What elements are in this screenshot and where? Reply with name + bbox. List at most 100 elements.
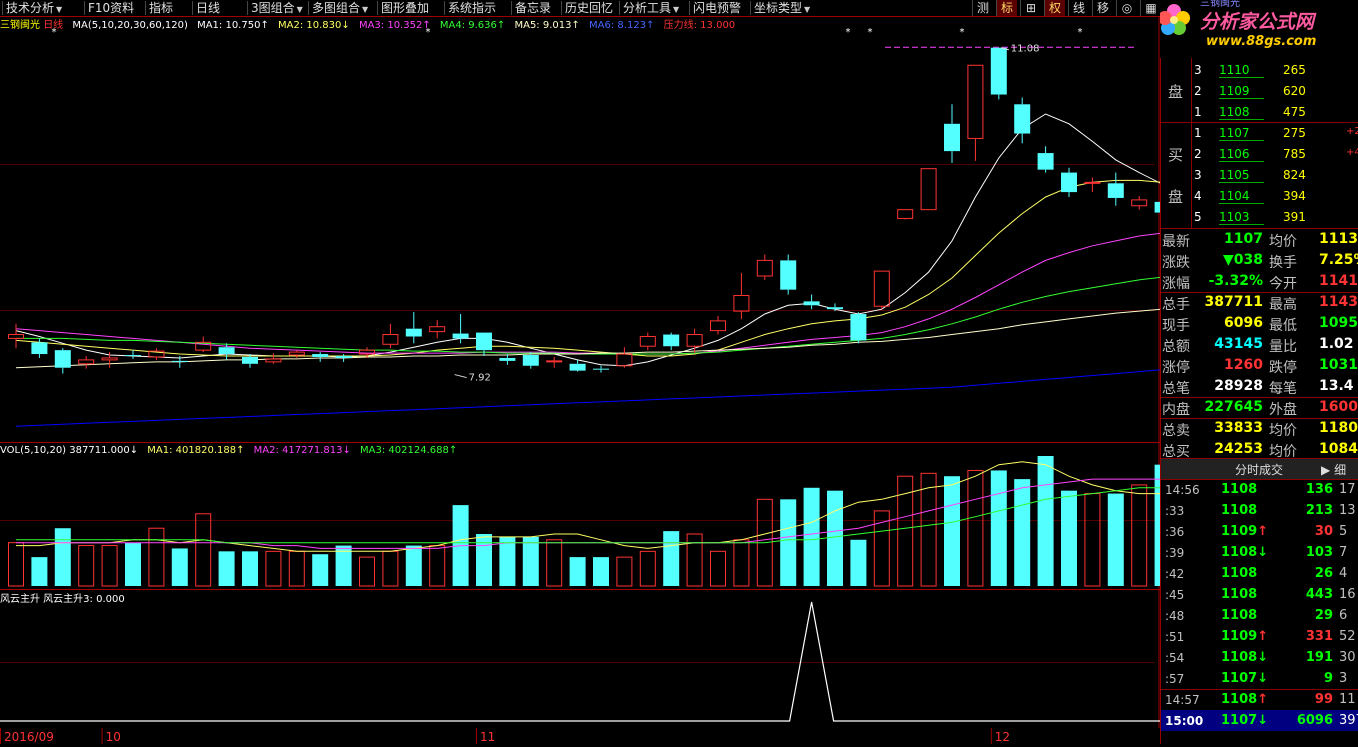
toolbar-separator	[2, 1, 3, 15]
tick-count: 16	[1339, 587, 1356, 602]
toolbar-item-11[interactable]: 闪电预警	[693, 0, 741, 16]
date-label: 10	[106, 730, 121, 744]
down-arrow-icon: ↓	[1257, 671, 1269, 686]
toolbar-right-button-1[interactable]: 标	[996, 0, 1017, 16]
toolbar-right-button-5[interactable]: 移	[1092, 0, 1113, 16]
toolbar-right-button-7[interactable]: ▦	[1140, 0, 1161, 16]
toolbar-item-10[interactable]: 分析工具 ▼	[623, 0, 679, 16]
candle-down	[1037, 153, 1054, 170]
tick-price-value: 1109	[1221, 524, 1258, 539]
volume-bar-down	[663, 531, 680, 586]
toolbar-right-button-6[interactable]: ◎	[1116, 0, 1137, 16]
volume-bar-down	[990, 470, 1007, 586]
toolbar-item-4[interactable]: 3图组合 ▼	[251, 0, 303, 16]
toolbar-item-6[interactable]: 图形叠加	[381, 0, 429, 16]
candle-down	[405, 328, 422, 337]
volume-bar-down	[54, 528, 71, 586]
volume-bar-up	[265, 550, 282, 587]
date-label: 2016/09	[4, 730, 54, 744]
candle-up	[1084, 181, 1101, 184]
volume-bar-up	[195, 513, 212, 587]
tick-time: :39	[1165, 546, 1185, 560]
tick-detail-label: 细	[1334, 463, 1347, 477]
volume-bar-down	[125, 542, 141, 586]
tick-row: 14:57 1108↑ 99 11	[1161, 689, 1358, 710]
quote-value: 1143	[1319, 294, 1358, 310]
vol-ma-line-ma3	[16, 481, 1257, 544]
candle-up	[101, 357, 118, 361]
tick-row: :36 1109↑ 30 5	[1161, 521, 1358, 542]
quote-row: 总额 43145 量比 1.02	[1161, 334, 1358, 355]
quote-label: 涨幅	[1162, 276, 1190, 292]
quote-label: 换手	[1269, 255, 1297, 271]
quote-value: 43145	[1214, 336, 1263, 352]
toolbar-item-12[interactable]: 坐标类型 ▼	[754, 0, 810, 16]
tick-price: 1108↑	[1221, 692, 1268, 707]
chart-area[interactable]: 11.08 7.92 * * * * * * 2016/09 10 11 12 三钢闽光 日线 MA(…	[0, 16, 1265, 744]
vol-ma-line-ma2	[16, 475, 1257, 549]
quote-value: 1.02	[1319, 336, 1354, 352]
quote-label: 总卖	[1162, 423, 1190, 439]
quote-label: 跌停	[1269, 360, 1297, 376]
tick-count: 52	[1339, 629, 1356, 644]
tick-count: 6	[1339, 608, 1348, 623]
quote-value: 28928	[1214, 378, 1263, 394]
tick-time: :33	[1165, 504, 1185, 518]
tick-volume: 331	[1305, 629, 1333, 644]
candle-up	[1131, 199, 1148, 207]
toolbar-right-button-3[interactable]: 权	[1044, 0, 1065, 16]
tick-row: :42 1108 26 4	[1161, 563, 1358, 584]
toolbar-separator	[619, 1, 620, 15]
candle-up	[265, 358, 282, 363]
toolbar-separator	[511, 1, 512, 15]
toolbar-right-button-0[interactable]: 测	[972, 0, 993, 16]
up-arrow-icon: ↑	[1257, 524, 1269, 539]
quote-row: 涨跌 ▼038 换手 7.25%	[1161, 250, 1358, 271]
buy-price: 1106	[1219, 147, 1264, 162]
tick-price-value: 1108	[1221, 608, 1258, 623]
volume-bar-up	[920, 472, 937, 587]
quote-row: 总买 24253 均价 1084	[1161, 439, 1358, 460]
toolbar-item-9[interactable]: 历史回忆	[565, 0, 613, 16]
tick-count: 13	[1339, 503, 1356, 518]
toolbar-item-8[interactable]: 备忘录	[515, 0, 551, 16]
toolbar-right-button-2[interactable]: ⊞	[1020, 0, 1041, 16]
volume-bar-up	[616, 556, 633, 587]
crosshair-icon: ⊞	[1025, 1, 1037, 15]
candle-up	[686, 334, 703, 347]
buy-volume: 824	[1283, 168, 1306, 182]
volume-bar-up	[686, 533, 703, 587]
quote-value: -3.32%	[1208, 273, 1263, 289]
tick-detail-button[interactable]: ▶ 细	[1321, 461, 1346, 478]
buy-level: 1	[1194, 126, 1202, 140]
period-label: 日线	[43, 20, 64, 31]
toolbar-right-button-4[interactable]: 线	[1068, 0, 1089, 16]
tick-price-value: 1108	[1221, 692, 1258, 707]
indicator-legend: 风云主升 风云主升3: 0.000	[0, 594, 125, 605]
toolbar-item-2[interactable]: 指标	[149, 0, 173, 16]
candle-down	[1107, 183, 1124, 198]
kline-chart[interactable]: 11.087.92* * * * * *2016/09 10 11 12	[0, 16, 1265, 744]
tick-row: :48 1108 29 6	[1161, 605, 1358, 626]
dropdown-arrow-icon: ▼	[56, 5, 63, 14]
volume-bar-down	[171, 548, 188, 586]
toolbar-item-5[interactable]: 多图组合 ▼	[312, 0, 368, 16]
tick-count: 4	[1339, 566, 1348, 581]
quote-value: 1141	[1319, 273, 1358, 289]
toolbar-item-label: 闪电预警	[693, 1, 742, 15]
toolbar-item-7[interactable]: 系统指示	[448, 0, 496, 16]
quote-label: 量比	[1269, 339, 1297, 355]
tick-volume: 26	[1314, 566, 1333, 581]
down-arrow-icon: ↓	[1257, 545, 1269, 560]
vol-ma-line-ma1	[16, 461, 1257, 552]
toolbar-item-1[interactable]: F10资料	[88, 0, 134, 16]
tick-row: :39 1108↓ 103 7	[1161, 542, 1358, 563]
candle-down	[663, 334, 680, 347]
toolbar-item-0[interactable]: 技术分析 ▼	[6, 0, 62, 16]
tick-header-title: 分时成交	[1235, 463, 1284, 477]
volume-bar-down	[476, 534, 492, 586]
toolbar-item-3[interactable]: 日线	[196, 0, 220, 16]
toolbar-item-label: 技术分析	[6, 1, 55, 15]
ma3-label: MA3: 10.352↑	[358, 20, 431, 31]
toolbar-item-label: 系统指示	[448, 1, 497, 15]
